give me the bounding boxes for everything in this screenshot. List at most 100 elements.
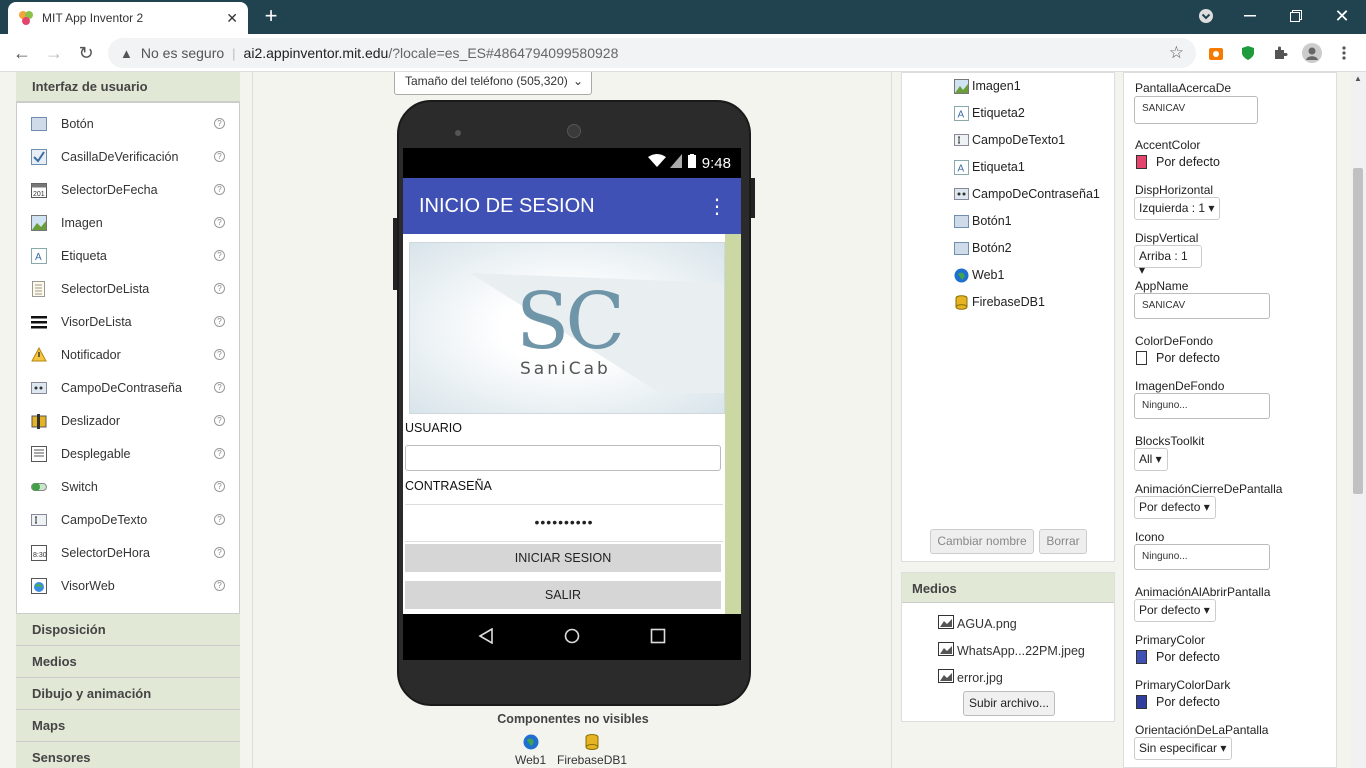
prop-valign-select[interactable]: Arriba : 1 ▾ [1134, 245, 1202, 277]
help-icon[interactable]: ? [214, 448, 225, 459]
media-file-agua[interactable]: AGUA.png [938, 615, 1017, 632]
prop-bgcolor-color[interactable]: Por defecto [1136, 351, 1220, 365]
help-icon[interactable]: ? [214, 349, 225, 360]
password-textbox[interactable]: •••••••••• [405, 504, 723, 542]
prop-appname-input[interactable]: SANICAV [1134, 293, 1270, 319]
browser-menu-icon[interactable] [1334, 43, 1354, 63]
forward-icon[interactable]: → [40, 40, 68, 66]
phone-size-select[interactable]: Tamaño del teléfono (505,320) ⌄ [394, 72, 592, 95]
rename-button[interactable]: Cambiar nombre [930, 529, 1034, 554]
tree-item-boton1[interactable]: Botón1 [954, 211, 1012, 231]
tree-item-campodetexto1[interactable]: CampoDeTexto1 [954, 130, 1065, 150]
palette-item-textbox[interactable]: CampoDeTexto ? [17, 503, 239, 536]
browser-tab[interactable]: MIT App Inventor 2 ✕ [8, 2, 248, 34]
prop-halign-select[interactable]: Izquierda : 1 ▾ [1134, 197, 1220, 220]
help-icon[interactable]: ? [214, 118, 225, 129]
prop-accent-color[interactable]: Por defecto [1136, 155, 1220, 169]
prop-primarydark-color[interactable]: Por defecto [1136, 695, 1220, 709]
tree-item-firebasedb1[interactable]: FirebaseDB1 [954, 292, 1045, 312]
profile-menu-icon[interactable] [1186, 2, 1226, 30]
bookmark-star-icon[interactable]: ☆ [1169, 43, 1184, 63]
reload-icon[interactable]: ↻ [72, 40, 100, 66]
palette-item-timepicker[interactable]: 8:30 SelectorDeHora ? [17, 536, 239, 569]
minimize-icon[interactable] [1230, 2, 1270, 30]
palette-category-user-interface[interactable]: Interfaz de usuario [16, 72, 240, 102]
scrollbar-thumb[interactable] [1353, 168, 1363, 494]
back-icon[interactable]: ← [8, 40, 36, 66]
tree-item-boton2[interactable]: Botón2 [954, 238, 1012, 258]
nonvisible-firebasedb1[interactable]: FirebaseDB1 [557, 734, 627, 767]
help-icon[interactable]: ? [214, 514, 225, 525]
help-icon[interactable]: ? [214, 415, 225, 426]
palette-item-slider[interactable]: Deslizador ? [17, 404, 239, 437]
prop-orientation-select[interactable]: Sin especificar ▾ [1134, 737, 1232, 760]
extension-shield-icon[interactable] [1238, 43, 1258, 63]
security-status[interactable]: No es seguro [141, 45, 224, 61]
exit-button[interactable]: SALIR [405, 581, 721, 609]
help-icon[interactable]: ? [214, 580, 225, 591]
palette-category-media[interactable]: Medios [16, 646, 240, 678]
help-icon[interactable]: ? [214, 382, 225, 393]
palette-category-layout[interactable]: Disposición [16, 614, 240, 646]
prop-bgimage-picker[interactable]: Ninguno... [1134, 393, 1270, 419]
user-textbox[interactable] [405, 445, 721, 471]
prop-toolkit-select[interactable]: All ▾ [1134, 448, 1168, 471]
palette-item-passwordtextbox[interactable]: CampoDeContraseña ? [17, 371, 239, 404]
palette-category-sensors[interactable]: Sensores [16, 742, 240, 768]
url-field[interactable]: ▲ No es seguro | ai2.appinventor.mit.edu… [108, 38, 1196, 68]
palette-item-button[interactable]: Botón ? [17, 107, 239, 140]
login-button[interactable]: INICIAR SESION [405, 544, 721, 572]
prop-openanim-select[interactable]: Por defecto ▾ [1134, 599, 1216, 622]
palette-item-notifier[interactable]: Notificador ? [17, 338, 239, 371]
new-tab-button[interactable]: + [258, 4, 284, 30]
palette-item-listpicker[interactable]: SelectorDeLista ? [17, 272, 239, 305]
help-icon[interactable]: ? [214, 547, 225, 558]
warning-icon[interactable]: ▲ [120, 46, 133, 61]
prop-closeanim-select[interactable]: Por defecto ▾ [1134, 496, 1216, 519]
nonvisible-web1[interactable]: Web1 [515, 734, 546, 767]
help-icon[interactable]: ? [214, 184, 225, 195]
prop-about-textarea[interactable]: SANICAV [1134, 96, 1258, 124]
scroll-up-icon[interactable]: ▲ [1354, 74, 1362, 83]
tree-item-etiqueta1[interactable]: A Etiqueta1 [954, 157, 1025, 177]
overflow-menu-icon[interactable]: ⋮ [707, 194, 727, 219]
help-icon[interactable]: ? [214, 250, 225, 261]
help-icon[interactable]: ? [214, 151, 225, 162]
media-file-whatsapp[interactable]: WhatsApp...22PM.jpeg [938, 642, 1085, 659]
extensions-puzzle-icon[interactable] [1270, 43, 1290, 63]
extension-orange-icon[interactable] [1206, 43, 1226, 63]
prop-primary-value: Por defecto [1156, 650, 1220, 664]
prop-primary-color[interactable]: Por defecto [1136, 650, 1220, 664]
tree-item-etiqueta2[interactable]: A Etiqueta2 [954, 103, 1025, 123]
restore-icon[interactable] [1276, 2, 1316, 30]
tree-item-web1[interactable]: Web1 [954, 265, 1004, 285]
page-scrollbar[interactable]: ▲ [1350, 72, 1366, 768]
palette-category-drawing[interactable]: Dibujo y animación [16, 678, 240, 710]
close-tab-icon[interactable]: ✕ [226, 10, 238, 27]
tree-item-campodecontrasena1[interactable]: CampoDeContraseña1 [954, 184, 1100, 204]
delete-button[interactable]: Borrar [1039, 529, 1087, 554]
prop-icon-picker[interactable]: Ninguno... [1134, 544, 1270, 570]
home-circle-icon[interactable] [564, 628, 580, 647]
logo-image[interactable]: SC SaniCab [409, 242, 725, 414]
close-window-icon[interactable]: ✕ [1322, 2, 1362, 30]
palette-item-webviewer[interactable]: VisorWeb ? [17, 569, 239, 602]
help-icon[interactable]: ? [214, 217, 225, 228]
palette-item-checkbox[interactable]: CasillaDeVerificación ? [17, 140, 239, 173]
help-icon[interactable]: ? [214, 316, 225, 327]
palette-item-image[interactable]: Imagen ? [17, 206, 239, 239]
upload-file-button[interactable]: Subir archivo... [963, 691, 1055, 716]
palette-item-listview[interactable]: VisorDeLista ? [17, 305, 239, 338]
palette-item-switch[interactable]: Switch ? [17, 470, 239, 503]
profile-avatar-icon[interactable] [1302, 43, 1322, 63]
palette-item-spinner[interactable]: Desplegable ? [17, 437, 239, 470]
help-icon[interactable]: ? [214, 481, 225, 492]
recents-square-icon[interactable] [650, 628, 666, 647]
media-file-error[interactable]: error.jpg [938, 669, 1003, 686]
tree-item-imagen1[interactable]: Imagen1 [954, 76, 1021, 96]
help-icon[interactable]: ? [214, 283, 225, 294]
back-triangle-icon[interactable] [478, 627, 494, 647]
palette-category-maps[interactable]: Maps [16, 710, 240, 742]
palette-item-label[interactable]: A Etiqueta ? [17, 239, 239, 272]
palette-item-datepicker[interactable]: 201 SelectorDeFecha ? [17, 173, 239, 206]
